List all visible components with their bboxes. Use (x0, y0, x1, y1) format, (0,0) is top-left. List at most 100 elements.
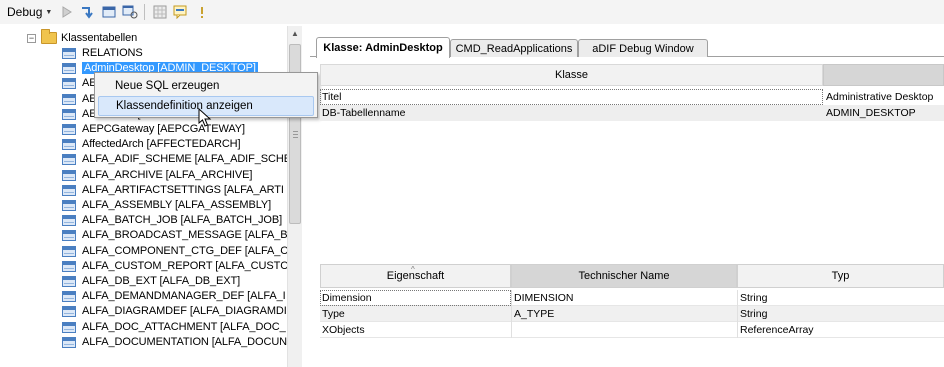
tooltip-icon[interactable] (172, 3, 190, 21)
tree-item[interactable]: ALFA_COMPONENT_CTG_DEF [ALFA_C (62, 243, 288, 259)
folder-icon (41, 29, 57, 44)
step-into-icon[interactable] (79, 3, 97, 21)
table-row[interactable]: DB-Tabellenname ADMIN_DESKTOP (320, 105, 944, 121)
tree-item-label: ALFA_DEMANDMANAGER_DEF [ALFA_I (82, 290, 286, 302)
window-icon[interactable] (100, 3, 118, 21)
collapse-icon[interactable]: − (27, 33, 36, 43)
run-icon[interactable] (58, 3, 76, 21)
column-divider (511, 290, 512, 306)
tree-item[interactable]: ALFA_DOCUMENTATION [ALFA_DOCUN (62, 334, 287, 350)
tree-item[interactable]: ALFA_ASSEMBLY [ALFA_ASSEMBLY] (62, 197, 271, 213)
column-header-label: Klasse (554, 69, 589, 81)
mouse-pointer-icon (198, 108, 212, 127)
tree-item[interactable]: ALFA_CUSTOM_REPORT [ALFA_CUSTC (62, 258, 288, 274)
table-icon (62, 47, 76, 59)
row-key: Titel (322, 91, 342, 103)
tree-item-label: ALFA_DOC_ATTACHMENT [ALFA_DOC_ (82, 321, 286, 333)
table-icon (62, 321, 76, 333)
scrollbar-thumb[interactable] (289, 44, 301, 224)
document-tabs: CMD_ReadApplications aDIF Debug Window K… (310, 37, 944, 58)
table-icon (62, 169, 76, 181)
tree-item[interactable]: AEPCGateway [AEPCGATEWAY] (62, 121, 245, 137)
grid-icon[interactable] (151, 3, 169, 21)
tree-item-label: ALFA_DIAGRAMDEF [ALFA_DIAGRAMDI (82, 305, 287, 317)
table-row[interactable]: Titel Administrative Desktop (320, 89, 944, 105)
grip-icon (293, 131, 298, 138)
column-header-technischer-name[interactable]: Technischer Name (511, 264, 737, 288)
tree-item[interactable]: ALFA_DOC_ATTACHMENT [ALFA_DOC_ (62, 319, 286, 335)
table-icon (62, 245, 76, 257)
table-icon (62, 214, 76, 226)
grid-header: Klasse (320, 64, 944, 86)
cell-eigenschaft: Dimension (322, 292, 372, 304)
debug-menu[interactable]: Debug ▼ (4, 5, 55, 19)
menu-item-new-sql[interactable]: Neue SQL erzeugen (98, 76, 314, 96)
scroll-up-icon[interactable]: ▲ (288, 26, 302, 41)
cell-technischer-name: DIMENSION (514, 292, 574, 304)
tree-root[interactable]: − Klassentabellen (27, 29, 138, 46)
tree-item-label: ALFA_ADIF_SCHEME [ALFA_ADIF_SCHE (82, 153, 291, 165)
focus-outline (320, 89, 823, 105)
menu-item-label: Klassendefinition anzeigen (116, 100, 253, 112)
row-value: ADMIN_DESKTOP (826, 107, 916, 119)
tab-adif-debug-window[interactable]: aDIF Debug Window (578, 39, 708, 57)
tree-item-label: ALFA_ASSEMBLY [ALFA_ASSEMBLY] (82, 199, 272, 211)
column-header-label: Typ (831, 270, 850, 282)
table-icon (62, 184, 76, 196)
inspect-icon[interactable] (121, 3, 139, 21)
debug-label: Debug (7, 5, 43, 19)
tree-item[interactable]: ALFA_ADIF_SCHEME [ALFA_ADIF_SCHE (62, 151, 291, 167)
table-icon (62, 108, 76, 120)
table-row[interactable]: Dimension DIMENSION String (320, 290, 944, 306)
column-header-eigenschaft[interactable]: ^ Eigenschaft (320, 264, 511, 288)
tree-item-label: ALFA_ARCHIVE [ALFA_ARCHIVE] (82, 169, 253, 181)
sort-ascending-icon: ^ (411, 265, 415, 274)
tree-item[interactable]: ALFA_BATCH_JOB [ALFA_BATCH_JOB] (62, 212, 282, 228)
column-divider (737, 306, 738, 322)
column-divider (737, 322, 738, 338)
column-header-class[interactable]: Klasse (320, 64, 823, 86)
table-icon (62, 62, 76, 74)
grid-header: ^ Eigenschaft Technischer Name Typ (320, 264, 944, 288)
table-icon (62, 290, 76, 302)
tree-item[interactable]: ALFA_DEMANDMANAGER_DEF [ALFA_I (62, 288, 286, 304)
tab-cmd-readapplications[interactable]: CMD_ReadApplications (450, 39, 578, 57)
tab-label: aDIF Debug Window (592, 42, 694, 55)
tree-item[interactable]: ALFA_ARTIFACTSETTINGS [ALFA_ARTI (62, 182, 284, 198)
tree-item-label: ALFA_BROADCAST_MESSAGE [ALFA_B (82, 229, 288, 241)
info-icon[interactable] (193, 3, 211, 21)
tree-item[interactable]: ALFA_DB_EXT [ALFA_DB_EXT] (62, 273, 240, 289)
column-header-label: Eigenschaft (386, 270, 445, 282)
tree-item-label: ALFA_DOCUMENTATION [ALFA_DOCUN (82, 336, 288, 348)
tree-item-label: ALFA_COMPONENT_CTG_DEF [ALFA_C (82, 245, 289, 257)
table-icon (62, 153, 76, 165)
tree-item-label: RELATIONS (82, 47, 143, 59)
chevron-down-icon: ▼ (45, 8, 53, 16)
tree-item[interactable]: ALFA_ARCHIVE [ALFA_ARCHIVE] (62, 167, 252, 183)
tree-item-label: ALFA_BATCH_JOB [ALFA_BATCH_JOB] (82, 214, 283, 226)
table-row[interactable]: Type A_TYPE String (320, 306, 944, 322)
table-row[interactable]: XObjects ReferenceArray (320, 322, 944, 338)
tab-label: Klasse: AdminDesktop (323, 42, 443, 54)
tree-root-label: Klassentabellen (61, 32, 138, 44)
tree-item[interactable]: ALFA_BROADCAST_MESSAGE [ALFA_B (62, 227, 288, 243)
tree-item[interactable]: ALFA_DIAGRAMDEF [ALFA_DIAGRAMDI (62, 303, 287, 319)
cell-typ: String (740, 292, 768, 304)
tree-item[interactable]: RELATIONS (62, 45, 143, 61)
row-value: Administrative Desktop (826, 91, 934, 103)
tree-item-label: ALFA_DB_EXT [ALFA_DB_EXT] (82, 275, 241, 287)
table-icon (62, 336, 76, 348)
cell-eigenschaft: Type (322, 308, 345, 320)
column-header-value[interactable] (823, 64, 944, 86)
cell-typ: String (740, 308, 768, 320)
column-header-typ[interactable]: Typ (737, 264, 944, 288)
table-icon (62, 305, 76, 317)
tree-item-label: AEPCGateway [AEPCGATEWAY] (82, 123, 245, 135)
cell-typ: ReferenceArray (740, 324, 814, 336)
toolbar: Debug ▼ (0, 0, 944, 24)
table-icon (62, 229, 76, 241)
tree-item[interactable]: AffectedArch [AFFECTEDARCH] (62, 136, 241, 152)
column-divider (511, 322, 512, 338)
tab-class-admindesktop[interactable]: Klasse: AdminDesktop (316, 37, 450, 58)
table-icon (62, 77, 76, 89)
